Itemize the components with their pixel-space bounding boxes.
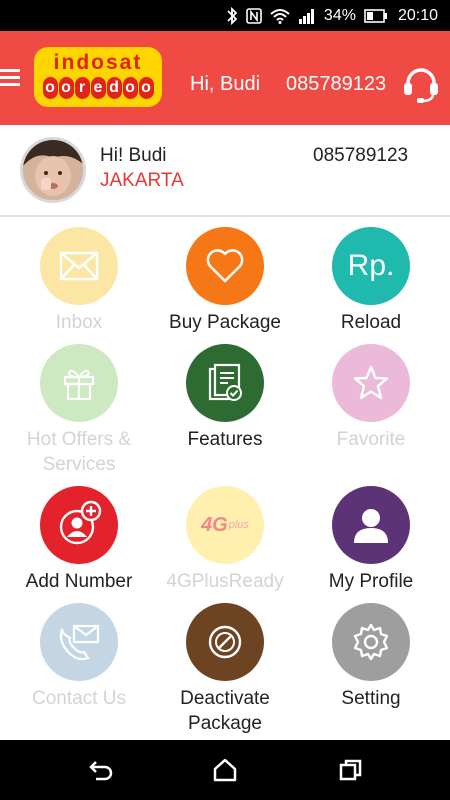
features-checklist-icon [186, 344, 264, 422]
block-icon [186, 603, 264, 681]
setting-label: Setting [341, 688, 401, 709]
avatar[interactable] [20, 137, 86, 203]
features-label: Features [187, 429, 263, 450]
4g-badge-plus: plus [228, 519, 249, 531]
home-icon[interactable] [212, 758, 238, 782]
profile-name: Hi! Budi [100, 145, 167, 166]
reload-label: Reload [340, 312, 402, 333]
contact-us-label: Contact Us [32, 688, 126, 709]
gear-icon [332, 603, 410, 681]
logo-text-ooredoo: o o r e d o o [40, 77, 156, 101]
inbox-label: Inbox [55, 312, 103, 333]
wifi-icon [270, 8, 290, 24]
add-number-label: Add Number [25, 571, 133, 592]
menu-features[interactable]: Features [150, 344, 300, 452]
menu-contact-us[interactable]: Contact Us [4, 603, 154, 711]
battery-percent: 34% [323, 6, 356, 24]
status-bar: 34% 20:10 [0, 0, 450, 31]
profile-card[interactable]: Hi! Budi JAKARTA 085789123 [0, 125, 450, 217]
header-phone-number: 085789123 [286, 73, 387, 95]
rupiah-icon-text: Rp. [347, 249, 395, 282]
nfc-icon [246, 7, 262, 24]
header-greeting: Hi, Budi [190, 73, 261, 95]
profile-city: JAKARTA [100, 170, 184, 191]
profile-phone-number: 085789123 [313, 145, 409, 166]
menu-buy-package[interactable]: Buy Package [150, 227, 300, 335]
hamburger-menu-icon[interactable] [0, 69, 20, 87]
menu-favorite[interactable]: Favorite [296, 344, 446, 452]
buy-package-label: Buy Package [169, 312, 281, 333]
battery-icon [364, 8, 388, 23]
hot-offers-label: Hot Offers & Services [26, 429, 132, 475]
my-profile-label: My Profile [328, 571, 414, 592]
back-icon[interactable] [88, 758, 114, 782]
menu-add-number[interactable]: Add Number [4, 486, 154, 594]
menu-reload[interactable]: Rp. Reload [296, 227, 446, 335]
heart-icon [186, 227, 264, 305]
recent-apps-icon[interactable] [338, 758, 364, 782]
menu-deactivate-package[interactable]: Deactivate Package [150, 603, 300, 736]
rupiah-icon: Rp. [332, 227, 410, 305]
menu-setting[interactable]: Setting [296, 603, 446, 711]
menu-4gplus-ready[interactable]: 4G plus 4GPlusReady [150, 486, 300, 594]
headset-support-icon[interactable] [402, 67, 440, 103]
menu-hot-offers[interactable]: Hot Offers & Services [4, 344, 154, 477]
menu-inbox[interactable]: Inbox [4, 227, 154, 335]
menu-my-profile[interactable]: My Profile [296, 486, 446, 594]
4g-badge-text: 4G [201, 513, 228, 536]
indosat-ooredoo-logo: indosat o o r e d o o [34, 47, 162, 107]
signal-icon [298, 8, 316, 24]
logo-text-indosat: indosat [53, 51, 143, 74]
contact-phone-mail-icon [40, 603, 118, 681]
inbox-icon [40, 227, 118, 305]
add-user-icon [40, 486, 118, 564]
bluetooth-icon [226, 6, 238, 25]
deactivate-package-label: Deactivate Package [180, 688, 270, 734]
favorite-label: Favorite [336, 429, 406, 450]
4gplus-ready-label: 4GPlusReady [166, 571, 284, 592]
android-nav-bar [0, 740, 450, 800]
4g-plus-icon: 4G plus [186, 486, 264, 564]
app-header: indosat o o r e d o o Hi, Budi 085789123 [0, 31, 450, 125]
star-icon [332, 344, 410, 422]
clock: 20:10 [397, 6, 438, 24]
gift-icon [40, 344, 118, 422]
user-icon [332, 486, 410, 564]
